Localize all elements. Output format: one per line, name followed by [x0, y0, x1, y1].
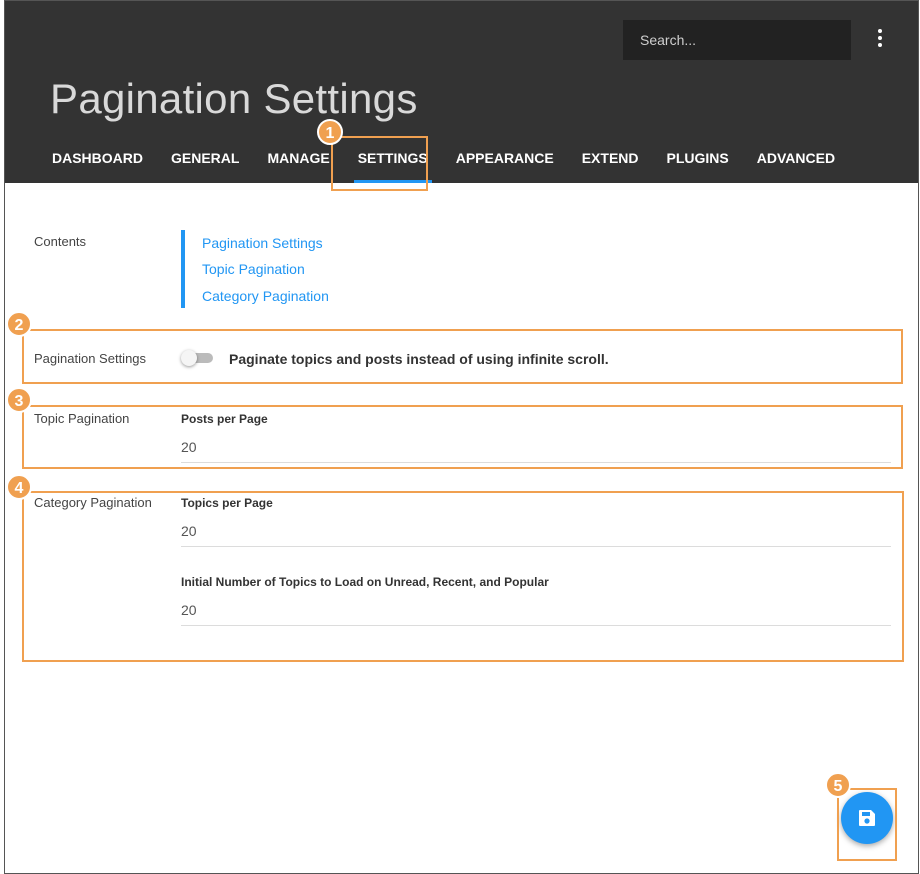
- tab-appearance[interactable]: APPEARANCE: [442, 141, 568, 183]
- initial-topics-input[interactable]: 20: [181, 596, 891, 626]
- annotation-badge-5: 5: [825, 772, 851, 798]
- save-button[interactable]: [841, 792, 893, 844]
- tab-manage[interactable]: MANAGE: [253, 141, 343, 183]
- page-title: Pagination Settings: [50, 75, 418, 122]
- search-input[interactable]: Search...: [623, 20, 851, 60]
- annotation-badge-4: 4: [6, 474, 32, 500]
- posts-per-page-input[interactable]: 20: [181, 433, 891, 463]
- nav-tabs: DASHBOARD GENERAL MANAGE SETTINGS APPEAR…: [38, 141, 849, 183]
- contents-link-pagination-settings[interactable]: Pagination Settings: [202, 235, 323, 251]
- topic-pagination-label: Topic Pagination: [34, 411, 130, 426]
- pagination-settings-label: Pagination Settings: [34, 351, 147, 366]
- admin-page: Search... Pagination Settings DASHBOARD …: [4, 0, 919, 874]
- infinite-scroll-toggle[interactable]: [181, 350, 215, 366]
- tab-settings[interactable]: SETTINGS: [344, 141, 442, 183]
- tab-general[interactable]: GENERAL: [157, 141, 253, 183]
- contents-link-category-pagination[interactable]: Category Pagination: [202, 288, 329, 304]
- contents-link-topic-pagination[interactable]: Topic Pagination: [202, 261, 305, 277]
- annotation-badge-1: 1: [317, 119, 343, 145]
- topics-per-page-input[interactable]: 20: [181, 517, 891, 547]
- tab-advanced[interactable]: ADVANCED: [743, 141, 849, 183]
- kebab-menu-icon[interactable]: [877, 29, 883, 49]
- topics-per-page-label: Topics per Page: [181, 496, 273, 510]
- tab-dashboard[interactable]: DASHBOARD: [38, 141, 157, 183]
- toggle-knob: [181, 350, 197, 366]
- header: Search... Pagination Settings DASHBOARD …: [5, 1, 918, 183]
- annotation-badge-3: 3: [6, 387, 32, 413]
- tab-extend[interactable]: EXTEND: [568, 141, 653, 183]
- posts-per-page-label: Posts per Page: [181, 412, 268, 426]
- initial-topics-label: Initial Number of Topics to Load on Unre…: [181, 575, 549, 589]
- contents-bar: [181, 230, 185, 308]
- toggle-label: Paginate topics and posts instead of usi…: [229, 351, 609, 367]
- save-icon: [859, 810, 875, 826]
- category-pagination-label: Category Pagination: [34, 495, 152, 510]
- annotation-badge-2: 2: [6, 311, 32, 337]
- tab-plugins[interactable]: PLUGINS: [653, 141, 743, 183]
- contents-label: Contents: [34, 234, 87, 249]
